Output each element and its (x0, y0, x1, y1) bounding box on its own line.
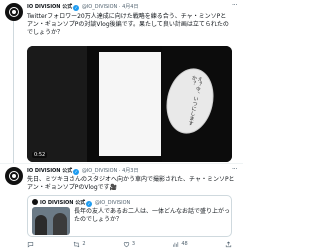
quoted-author-name: IO DIVISION 公式 (40, 200, 86, 206)
io-logo-avatar-small (32, 199, 38, 205)
like-icon (123, 241, 129, 247)
more-icon[interactable]: ··· (232, 1, 238, 9)
more-icon[interactable]: ··· (232, 165, 238, 173)
tweet-text: 先日、ミツキヨさんのスタジオへ向かう車内で撮影された、チャ・ミンソPとアン・ギョ… (27, 176, 235, 192)
verified-badge-icon: ✓ (73, 5, 80, 11)
tweet-text: Twitterフォロワー20万人達成に向けた戦略を練る合う、チャ・ミンソPとアン… (27, 13, 229, 37)
verified-badge-icon: ✓ (73, 169, 80, 175)
tweet-date[interactable]: 4月3日 (122, 168, 138, 174)
video-duration: 0:52 (32, 152, 48, 158)
retweet-count: 2 (82, 241, 86, 247)
author-name[interactable]: IO DIVISION 公式 (27, 4, 72, 10)
share-icon (225, 240, 232, 247)
views-count: 48 (181, 241, 188, 247)
verified-badge-icon: ✓ (86, 201, 93, 207)
author-handle[interactable]: @IO_DIVISION (82, 4, 117, 10)
tweet-video[interactable]: え？今、いつにしますか？ 0:52 (27, 46, 232, 162)
tweet-actions: 2 3 48 (27, 240, 232, 248)
retweet-icon (73, 241, 80, 247)
views-button[interactable]: 48 (172, 241, 188, 248)
views-icon (173, 241, 179, 247)
quoted-tweet-header: IO DIVISION 公式 ✓ @IO_DIVISION (32, 199, 130, 207)
tweet-header: IO DIVISION 公式 ✓ @IO_DIVISION · 4月3日 (27, 168, 138, 175)
video-frame-door (99, 52, 161, 156)
separator-dot: · (118, 168, 121, 174)
author-name[interactable]: IO DIVISION 公式 (27, 168, 72, 174)
tweet-header: IO DIVISION 公式 ✓ @IO_DIVISION · 4月4日 (27, 4, 138, 11)
thread-line (13, 21, 14, 163)
thumbnail-person-left (35, 215, 47, 235)
io-logo-avatar[interactable] (5, 3, 23, 21)
separator-dot: · (118, 4, 121, 10)
speech-bubble-text: え？今、いつにしますか？ (186, 74, 204, 127)
retweet-button[interactable]: 2 (73, 241, 86, 248)
quoted-author-handle: @IO_DIVISION (94, 200, 131, 206)
author-handle[interactable]: @IO_DIVISION (82, 168, 117, 174)
reply-button[interactable] (27, 241, 36, 248)
like-count: 3 (131, 241, 135, 247)
like-button[interactable]: 3 (123, 241, 135, 248)
share-button[interactable] (225, 240, 232, 248)
thumbnail-person-right (53, 213, 67, 235)
reply-icon (27, 241, 34, 247)
tweet-date[interactable]: 4月4日 (122, 4, 138, 10)
tweet-1[interactable]: IO DIVISION 公式 ✓ @IO_DIVISION · 4月4日 ··· … (0, 0, 243, 164)
quoted-tweet-thumbnail (32, 207, 70, 235)
video-frame-wall (27, 46, 87, 162)
io-logo-avatar[interactable] (5, 167, 23, 185)
quoted-tweet-text: 長年の友人であるお二人は、一体どんなお話で盛り上がったのでしょうか？ (74, 208, 230, 224)
